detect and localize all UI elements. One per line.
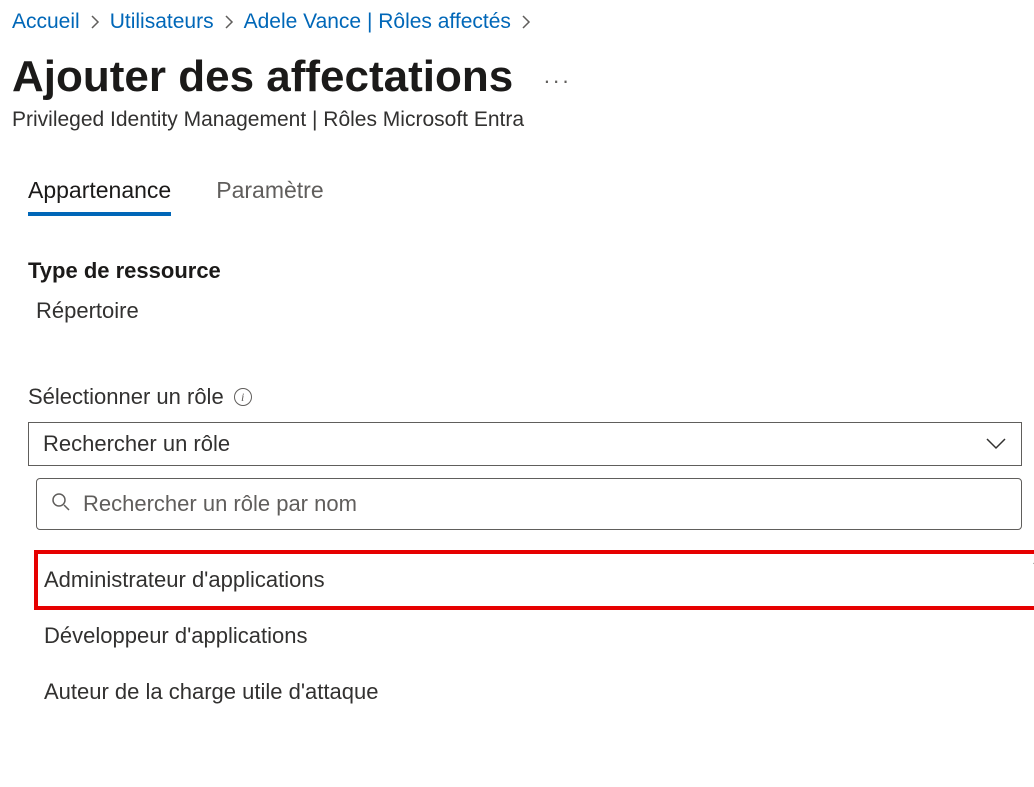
breadcrumb: Accueil Utilisateurs Adele Vance | Rôles… xyxy=(12,10,1022,34)
select-role-label: Sélectionner un rôle xyxy=(28,384,224,410)
role-option[interactable]: Administrateur d'applications xyxy=(36,552,1034,608)
role-select-trigger[interactable]: Rechercher un rôle xyxy=(28,422,1022,466)
breadcrumb-link-user-roles[interactable]: Adele Vance | Rôles affectés xyxy=(244,10,511,34)
breadcrumb-link-users[interactable]: Utilisateurs xyxy=(110,10,214,34)
tab-settings[interactable]: Paramètre xyxy=(216,177,323,216)
resource-type-label: Type de ressource xyxy=(28,258,1022,284)
resource-type-value: Répertoire xyxy=(28,298,1022,324)
role-dropdown-panel: Administrateur d'applications Développeu… xyxy=(28,478,1022,720)
chevron-right-icon xyxy=(224,15,234,29)
chevron-right-icon xyxy=(90,15,100,29)
tab-membership[interactable]: Appartenance xyxy=(28,177,171,216)
info-icon[interactable]: i xyxy=(234,388,252,406)
page-subtitle: Privileged Identity Management | Rôles M… xyxy=(12,108,1022,132)
more-actions-button[interactable]: ··· xyxy=(543,60,571,94)
chevron-right-icon xyxy=(521,15,531,29)
role-option[interactable]: Développeur d'applications xyxy=(36,608,1034,664)
chevron-down-icon xyxy=(985,437,1007,451)
search-icon xyxy=(51,492,71,517)
breadcrumb-link-home[interactable]: Accueil xyxy=(12,10,80,34)
role-option[interactable]: Auteur de la charge utile d'attaque xyxy=(36,664,1034,720)
role-options-list: Administrateur d'applications Développeu… xyxy=(36,552,1034,720)
role-search-box[interactable] xyxy=(36,478,1022,530)
role-select-placeholder: Rechercher un rôle xyxy=(43,431,230,457)
page-title: Ajouter des affectations xyxy=(12,52,513,102)
role-search-input[interactable] xyxy=(83,491,1007,517)
tabs: Appartenance Paramètre xyxy=(12,177,1022,216)
